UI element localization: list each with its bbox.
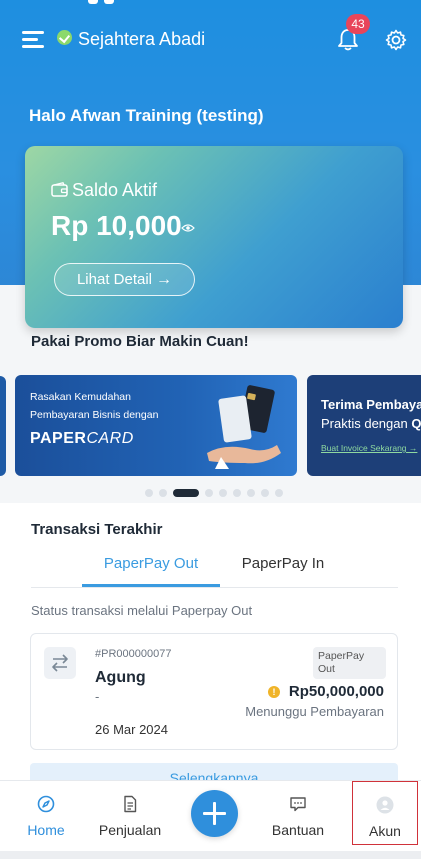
banner-text: Pembayaran Bisnis dengan xyxy=(30,409,159,421)
swap-arrows-icon xyxy=(44,647,76,679)
promo-banner-papercard[interactable]: Rasakan Kemudahan Pembayaran Bisnis deng… xyxy=(15,375,297,476)
promo-title: Pakai Promo Biar Makin Cuan! xyxy=(31,333,249,350)
divider xyxy=(31,587,398,588)
transaction-note: - xyxy=(95,689,100,704)
nav-account-label: Akun xyxy=(369,823,401,839)
hand-cards-illustration xyxy=(207,385,281,469)
account-icon xyxy=(376,796,394,814)
banner-subtitle: Praktis dengan Q xyxy=(321,416,421,431)
view-detail-label: Lihat Detail xyxy=(76,271,153,288)
carousel-dot[interactable] xyxy=(159,489,167,497)
nav-sales-label: Penjualan xyxy=(98,822,162,838)
carousel-dot[interactable] xyxy=(205,489,213,497)
system-nav-bar xyxy=(0,851,421,859)
view-detail-button[interactable]: Lihat Detail → xyxy=(54,263,195,296)
banner-text: Rasakan Kemudahan xyxy=(30,391,131,403)
transaction-date: 26 Mar 2024 xyxy=(95,722,168,737)
top-bar: Sejahtera Abadi 43 xyxy=(0,14,421,58)
papercard-logo: PAPERCARD xyxy=(30,430,134,447)
tab-paperpay-in[interactable]: PaperPay In xyxy=(220,555,346,572)
add-transaction-button[interactable] xyxy=(191,790,238,837)
carousel-dot[interactable] xyxy=(219,489,227,497)
status-indicator xyxy=(104,0,114,4)
recipient-name: Agung xyxy=(95,669,146,686)
nav-home-label: Home xyxy=(27,822,65,838)
status-indicator xyxy=(88,0,98,4)
compass-icon xyxy=(37,795,55,813)
tab-paperpay-out[interactable]: PaperPay Out xyxy=(82,555,220,572)
warning-icon: ! xyxy=(268,686,280,698)
promo-banner-invoice[interactable]: Terima Pembayar Praktis dengan Q Buat In… xyxy=(307,375,421,476)
balance-amount: Rp 10,000 xyxy=(51,210,182,241)
gear-icon[interactable] xyxy=(384,28,408,52)
balance-label: Saldo Aktif xyxy=(72,180,158,200)
verified-check-icon xyxy=(57,30,72,45)
greeting-text: Halo Afwan Training (testing) xyxy=(29,106,264,125)
balance-card: Saldo Aktif Rp 10,000 Lihat Detail → xyxy=(25,146,403,328)
previous-banner[interactable] xyxy=(0,376,6,476)
status-bar xyxy=(0,0,421,6)
company-name: Sejahtera Abadi xyxy=(78,29,206,49)
carousel-dot[interactable] xyxy=(233,489,241,497)
status-note: Status transaksi melalui Paperpay Out xyxy=(31,603,253,618)
document-icon xyxy=(124,795,137,813)
create-invoice-link[interactable]: Buat Invoice Sekarang → xyxy=(321,443,417,453)
arrow-right-icon: → xyxy=(156,270,173,288)
transaction-status: Menunggu Pembayaran xyxy=(245,704,384,719)
nav-help[interactable]: Bantuan xyxy=(262,781,334,852)
transaction-id: #PR000000077 xyxy=(95,648,172,660)
notification-badge: 43 xyxy=(346,14,370,34)
nav-home[interactable]: Home xyxy=(14,781,78,852)
carousel-dot[interactable] xyxy=(145,489,153,497)
carousel-dot-active[interactable] xyxy=(173,489,199,497)
nav-sales[interactable]: Penjualan xyxy=(90,781,170,852)
carousel-dot[interactable] xyxy=(247,489,255,497)
carousel-dot[interactable] xyxy=(261,489,269,497)
transaction-amount: Rp50,000,000 xyxy=(288,683,384,700)
chat-icon xyxy=(290,797,306,812)
transaction-card[interactable]: #PR000000077 Agung - 26 Mar 2024 PaperPa… xyxy=(30,633,398,750)
section-title: Transaksi Terakhir xyxy=(31,521,163,538)
eye-icon[interactable] xyxy=(181,223,195,233)
nav-account[interactable]: Akun xyxy=(352,781,418,845)
nav-help-label: Bantuan xyxy=(271,822,325,838)
hamburger-menu-icon[interactable] xyxy=(22,31,44,48)
wallet-icon xyxy=(51,182,68,197)
banner-title: Terima Pembayar xyxy=(321,397,421,412)
recent-transactions-panel: Transaksi Terakhir PaperPay Out PaperPay… xyxy=(0,503,421,803)
transaction-type-badge: PaperPay Out xyxy=(313,647,386,680)
carousel-dot[interactable] xyxy=(275,489,283,497)
